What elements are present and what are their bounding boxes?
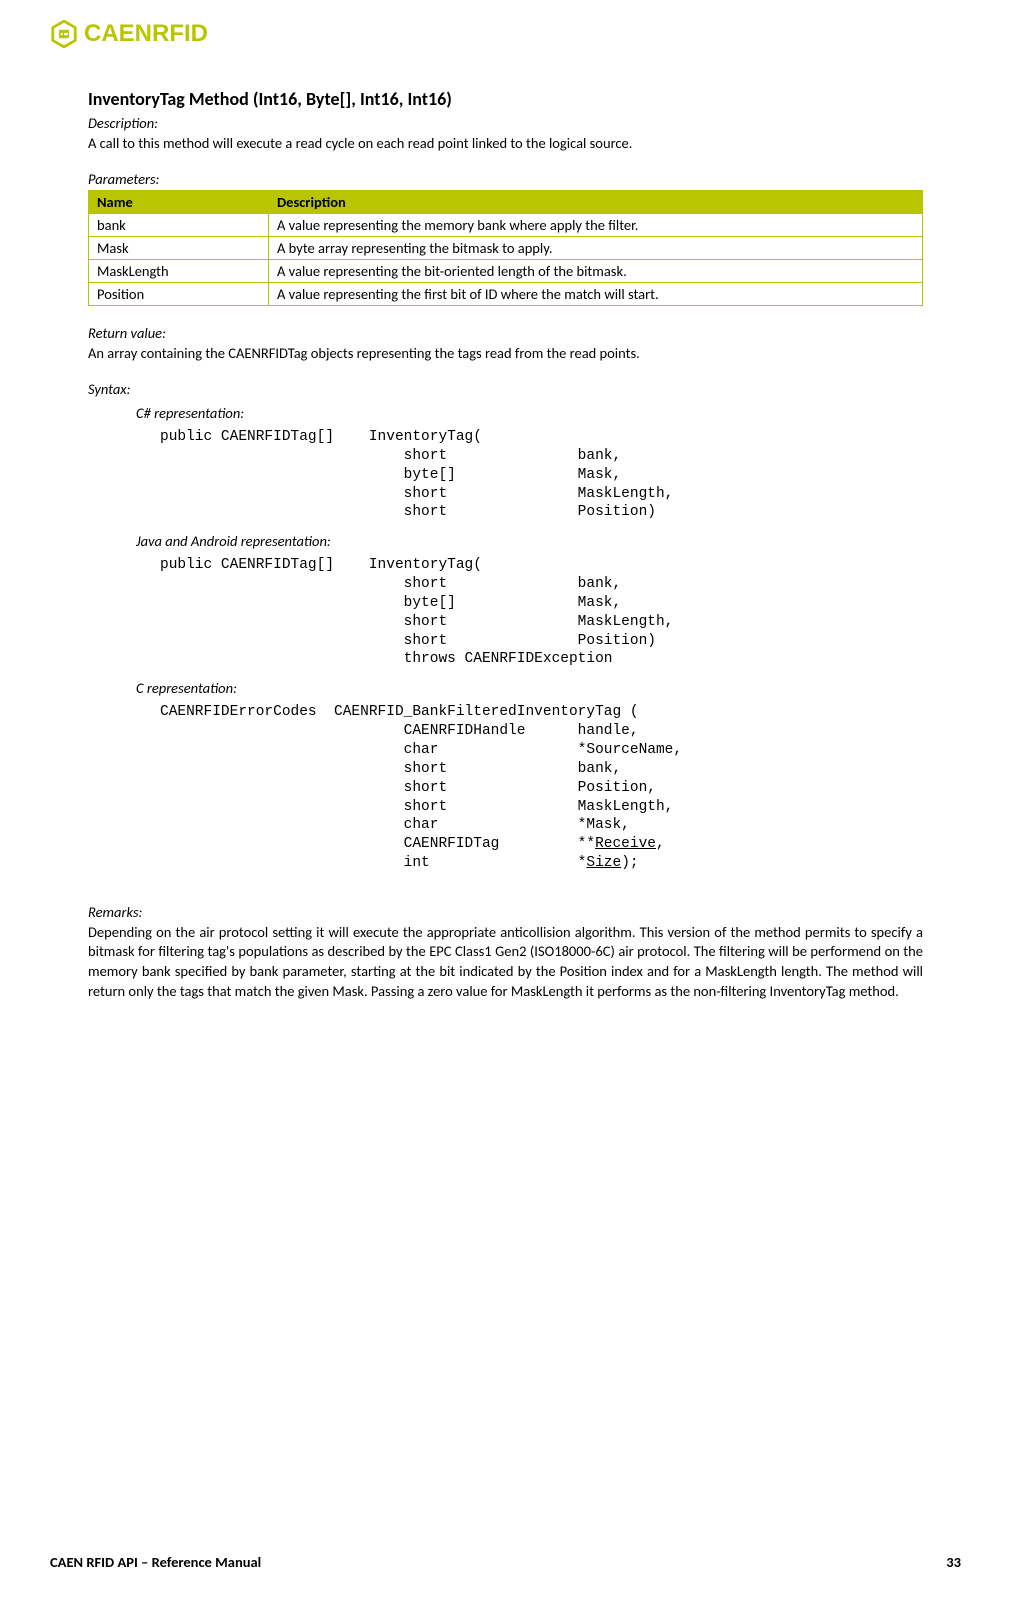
- description-text: A call to this method will execute a rea…: [88, 134, 923, 152]
- table-header-row: Name Description: [89, 191, 923, 214]
- parameters-label: Parameters:: [88, 170, 923, 188]
- parameters-table: Name Description bank A value representi…: [88, 190, 923, 306]
- c-code: CAENRFIDErrorCodes CAENRFID_BankFiltered…: [160, 703, 923, 873]
- syntax-label: Syntax:: [88, 380, 923, 398]
- c-label: C representation:: [136, 679, 923, 697]
- footer-left: CAEN RFID API – Reference Manual: [50, 1553, 261, 1571]
- col-name: Name: [89, 191, 269, 214]
- table-row: Position A value representing the first …: [89, 283, 923, 306]
- size-underline: Size: [586, 855, 621, 871]
- page-footer: CAEN RFID API – Reference Manual 33: [50, 1553, 961, 1571]
- brand-text: CAENRFID: [84, 20, 208, 48]
- col-desc: Description: [269, 191, 923, 214]
- remarks-label: Remarks:: [88, 903, 923, 921]
- description-label: Description:: [88, 114, 923, 132]
- brand-logo: CAENRFID: [50, 20, 961, 48]
- table-row: Mask A byte array representing the bitma…: [89, 237, 923, 260]
- footer-page-number: 33: [946, 1553, 961, 1571]
- main-content: InventoryTag Method (Int16, Byte[], Int1…: [50, 88, 961, 1001]
- receive-underline: Receive: [595, 836, 656, 852]
- java-code: public CAENRFIDTag[] InventoryTag( short…: [160, 556, 923, 669]
- remarks-text: Depending on the air protocol setting it…: [88, 923, 923, 1001]
- method-title: InventoryTag Method (Int16, Byte[], Int1…: [88, 88, 923, 110]
- return-label: Return value:: [88, 324, 923, 342]
- table-row: MaskLength A value representing the bit-…: [89, 260, 923, 283]
- csharp-label: C# representation:: [136, 404, 923, 422]
- table-row: bank A value representing the memory ban…: [89, 214, 923, 237]
- return-text: An array containing the CAENRFIDTag obje…: [88, 344, 923, 362]
- java-label: Java and Android representation:: [136, 532, 923, 550]
- csharp-code: public CAENRFIDTag[] InventoryTag( short…: [160, 428, 923, 522]
- hexagon-icon: [50, 20, 78, 48]
